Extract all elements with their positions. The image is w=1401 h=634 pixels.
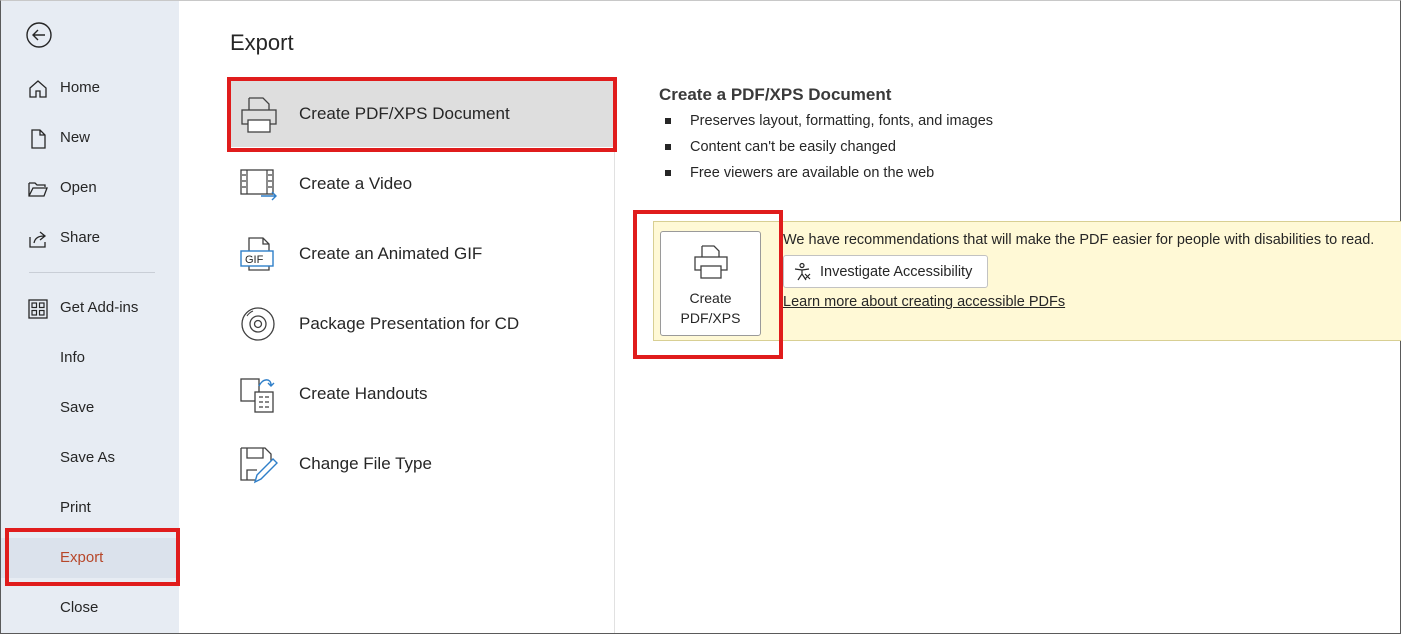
create-pdf-xps-label-line2: PDF/XPS <box>680 310 741 326</box>
back-arrow-icon <box>26 22 52 48</box>
folder-open-icon <box>27 178 49 200</box>
detail-title: Create a PDF/XPS Document <box>659 85 892 104</box>
share-icon <box>27 228 49 250</box>
export-option-create-pdf-xps[interactable]: Create PDF/XPS Document <box>231 81 613 147</box>
banner-message: We have recommendations that will make t… <box>783 232 1375 248</box>
sidebar-item-label: Save As <box>60 449 116 466</box>
sidebar-item-label: Home <box>60 79 101 96</box>
sidebar-item-label: Share <box>60 229 101 246</box>
create-pdf-xps-label-line1: Create <box>689 290 732 306</box>
new-document-icon <box>27 128 49 150</box>
accessibility-icon <box>792 262 812 282</box>
column-divider <box>614 80 615 633</box>
sidebar-item-info[interactable]: Info <box>1 338 179 378</box>
back-button[interactable] <box>25 21 53 49</box>
learn-more-accessible-pdfs-link[interactable]: Learn more about creating accessible PDF… <box>783 294 1065 310</box>
change-file-type-icon <box>239 446 279 484</box>
export-option-label: Create a Video <box>299 174 413 193</box>
svg-text:GIF: GIF <box>245 254 264 266</box>
investigate-accessibility-button[interactable]: Investigate Accessibility <box>783 255 988 288</box>
home-icon <box>27 78 49 100</box>
sidebar-item-label: Save <box>60 399 95 416</box>
export-option-package-cd[interactable]: Package Presentation for CD <box>231 291 613 357</box>
sidebar-item-save[interactable]: Save <box>1 388 179 428</box>
sidebar-item-get-add-ins[interactable]: Get Add-ins <box>1 288 179 328</box>
export-option-create-video[interactable]: Create a Video <box>231 151 613 217</box>
create-pdf-xps-label: Create PDF/XPS <box>661 288 760 328</box>
feature-bullet: Free viewers are available on the web <box>665 163 993 189</box>
sidebar-item-share[interactable]: Share <box>1 218 179 258</box>
sidebar-divider <box>29 272 155 273</box>
investigate-accessibility-label: Investigate Accessibility <box>820 264 973 280</box>
cd-disc-icon <box>239 306 279 344</box>
sidebar-item-export[interactable]: Export <box>1 538 179 578</box>
export-option-label: Change File Type <box>299 454 432 473</box>
export-option-label: Create an Animated GIF <box>299 244 483 263</box>
sidebar-item-home[interactable]: Home <box>1 68 179 108</box>
page-title: Export <box>230 30 294 55</box>
create-pdf-xps-button[interactable]: Create PDF/XPS <box>660 231 761 336</box>
export-option-label: Create PDF/XPS Document <box>299 104 510 123</box>
sidebar-item-label: New <box>60 129 91 146</box>
sidebar-item-new[interactable]: New <box>1 118 179 158</box>
gif-icon: GIF <box>239 236 279 274</box>
add-ins-grid-icon <box>27 298 49 320</box>
sidebar-item-open[interactable]: Open <box>1 168 179 208</box>
sidebar-item-label: Get Add-ins <box>60 299 139 316</box>
sidebar-item-print[interactable]: Print <box>1 488 179 528</box>
feature-bullet: Preserves layout, formatting, fonts, and… <box>665 111 993 137</box>
backstage-sidebar: Home New Open Share Get Add-ins Info Sav… <box>1 1 179 633</box>
handouts-icon <box>239 376 279 414</box>
pdf-printer-icon <box>239 96 279 134</box>
export-option-change-file-type[interactable]: Change File Type <box>231 431 613 497</box>
video-film-icon <box>239 166 279 204</box>
export-option-label: Create Handouts <box>299 384 428 403</box>
export-option-create-handouts[interactable]: Create Handouts <box>231 361 613 427</box>
sidebar-item-label: Export <box>60 549 104 566</box>
sidebar-item-label: Print <box>60 499 91 516</box>
sidebar-item-close[interactable]: Close <box>1 588 179 628</box>
pdf-printer-icon <box>692 244 730 282</box>
sidebar-item-label: Close <box>60 599 99 616</box>
sidebar-item-save-as[interactable]: Save As <box>1 438 179 478</box>
sidebar-item-label: Open <box>60 179 97 196</box>
feature-bullet-list: Preserves layout, formatting, fonts, and… <box>665 111 993 189</box>
export-option-create-gif[interactable]: GIF Create an Animated GIF <box>231 221 613 287</box>
export-option-label: Package Presentation for CD <box>299 314 520 333</box>
feature-bullet: Content can't be easily changed <box>665 137 993 163</box>
sidebar-item-label: Info <box>60 349 86 366</box>
